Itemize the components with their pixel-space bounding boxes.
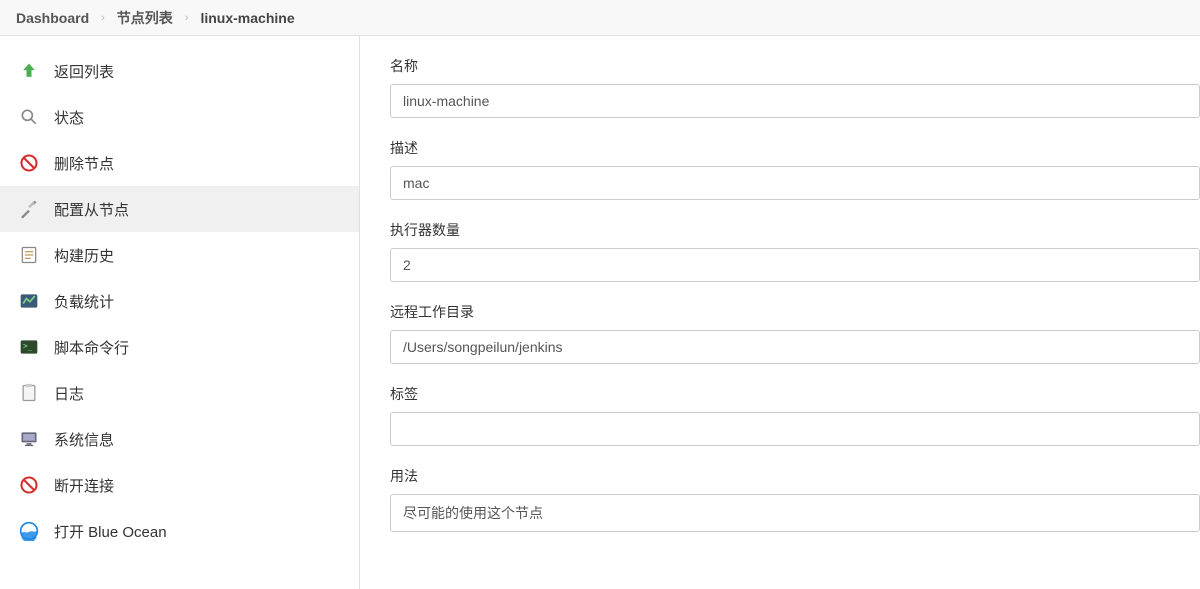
notepad-icon: [18, 244, 40, 266]
sidebar-item-load[interactable]: 负载统计: [0, 278, 359, 324]
field-usage: 用法 尽可能的使用这个节点: [390, 466, 1200, 532]
name-input[interactable]: [390, 84, 1200, 118]
field-label-labels: 标签: [390, 384, 1200, 404]
sidebar-item-history[interactable]: 构建历史: [0, 232, 359, 278]
usage-select[interactable]: 尽可能的使用这个节点: [390, 494, 1200, 532]
sidebar-item-label: 脚本命令行: [54, 337, 129, 358]
sidebar-item-back[interactable]: 返回列表: [0, 48, 359, 94]
field-label-name: 名称: [390, 56, 1200, 76]
field-executors: 执行器数量: [390, 220, 1200, 282]
sidebar-item-label: 返回列表: [54, 61, 114, 82]
clipboard-icon: [18, 382, 40, 404]
sidebar-item-log[interactable]: 日志: [0, 370, 359, 416]
field-label-executors: 执行器数量: [390, 220, 1200, 240]
chart-icon: [18, 290, 40, 312]
sidebar-item-label: 状态: [54, 107, 84, 128]
sidebar-item-label: 系统信息: [54, 429, 114, 450]
sidebar-item-configure[interactable]: 配置从节点: [0, 186, 359, 232]
field-name: 名称: [390, 56, 1200, 118]
breadcrumb: Dashboard › 节点列表 › linux-machine: [0, 0, 1200, 36]
sidebar-item-script[interactable]: >_ 脚本命令行: [0, 324, 359, 370]
field-description: 描述: [390, 138, 1200, 200]
field-remote-root: 远程工作目录: [390, 302, 1200, 364]
sidebar-item-blue-ocean[interactable]: 打开 Blue Ocean: [0, 508, 359, 554]
field-label-remote-root: 远程工作目录: [390, 302, 1200, 322]
field-label-description: 描述: [390, 138, 1200, 158]
main-content: 名称 描述 执行器数量 远程工作目录 标签 用法 尽可能的使用这个节点: [360, 36, 1200, 589]
breadcrumb-node-list[interactable]: 节点列表: [117, 8, 173, 28]
no-entry-icon: [18, 152, 40, 174]
labels-input[interactable]: [390, 412, 1200, 446]
breadcrumb-separator: ›: [185, 12, 189, 24]
breadcrumb-dashboard[interactable]: Dashboard: [16, 10, 89, 26]
arrow-up-icon: [18, 60, 40, 82]
sidebar-item-status[interactable]: 状态: [0, 94, 359, 140]
sidebar-item-label: 负载统计: [54, 291, 114, 312]
sidebar: 返回列表 状态 删除节点 配置从节点 构建历史: [0, 36, 360, 589]
field-labels: 标签: [390, 384, 1200, 446]
magnifier-icon: [18, 106, 40, 128]
sidebar-item-label: 构建历史: [54, 245, 114, 266]
sidebar-item-label: 打开 Blue Ocean: [54, 521, 167, 542]
monitor-icon: [18, 428, 40, 450]
breadcrumb-separator: ›: [101, 12, 105, 24]
sidebar-item-delete[interactable]: 删除节点: [0, 140, 359, 186]
svg-text:>_: >_: [23, 342, 33, 351]
remote-root-input[interactable]: [390, 330, 1200, 364]
sidebar-item-label: 断开连接: [54, 475, 114, 496]
terminal-icon: >_: [18, 336, 40, 358]
sidebar-item-label: 配置从节点: [54, 199, 129, 220]
sidebar-item-disconnect[interactable]: 断开连接: [0, 462, 359, 508]
sidebar-item-sysinfo[interactable]: 系统信息: [0, 416, 359, 462]
description-input[interactable]: [390, 166, 1200, 200]
no-entry-icon: [18, 474, 40, 496]
sidebar-item-label: 日志: [54, 383, 84, 404]
wrench-icon: [18, 198, 40, 220]
breadcrumb-current[interactable]: linux-machine: [200, 10, 294, 26]
blue-ocean-icon: [18, 520, 40, 542]
executors-input[interactable]: [390, 248, 1200, 282]
sidebar-item-label: 删除节点: [54, 153, 114, 174]
field-label-usage: 用法: [390, 466, 1200, 486]
